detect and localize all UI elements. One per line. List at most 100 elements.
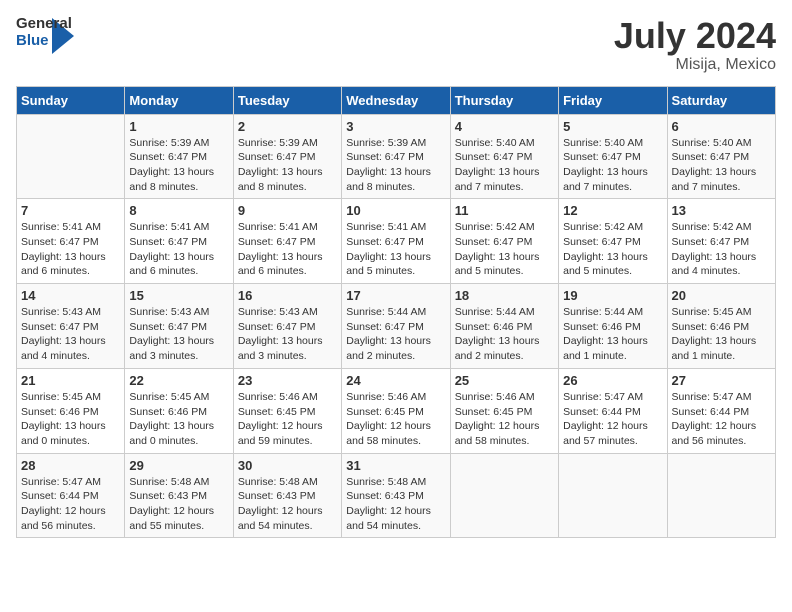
day-info: Sunrise: 5:44 AM Sunset: 6:46 PM Dayligh… [563, 305, 662, 364]
calendar-cell [559, 453, 667, 538]
calendar-cell: 19 Sunrise: 5:44 AM Sunset: 6:46 PM Dayli… [559, 284, 667, 369]
day-info: Sunrise: 5:46 AM Sunset: 6:45 PM Dayligh… [238, 390, 337, 449]
day-number: 5 [563, 119, 662, 134]
calendar-cell: 31 Sunrise: 5:48 AM Sunset: 6:43 PM Dayli… [342, 453, 450, 538]
calendar-cell: 25 Sunrise: 5:46 AM Sunset: 6:45 PM Dayli… [450, 368, 558, 453]
day-number: 16 [238, 288, 337, 303]
day-number: 12 [563, 203, 662, 218]
logo: General Blue [16, 16, 74, 56]
day-info: Sunrise: 5:47 AM Sunset: 6:44 PM Dayligh… [672, 390, 771, 449]
day-of-week-header: Thursday [450, 86, 558, 114]
day-info: Sunrise: 5:41 AM Sunset: 6:47 PM Dayligh… [346, 220, 445, 279]
day-info: Sunrise: 5:41 AM Sunset: 6:47 PM Dayligh… [238, 220, 337, 279]
calendar-table: SundayMondayTuesdayWednesdayThursdayFrid… [16, 86, 776, 539]
day-number: 4 [455, 119, 554, 134]
calendar-cell: 20Sunrise: 5:45 AM Sunset: 6:46 PM Dayli… [667, 284, 775, 369]
title-block: July 2024 Misija, Mexico [614, 16, 776, 74]
day-info: Sunrise: 5:39 AM Sunset: 6:47 PM Dayligh… [346, 136, 445, 195]
day-info: Sunrise: 5:47 AM Sunset: 6:44 PM Dayligh… [21, 475, 120, 534]
calendar-cell: 1 Sunrise: 5:39 AM Sunset: 6:47 PM Daylig… [125, 114, 233, 199]
day-number: 7 [21, 203, 120, 218]
day-of-week-header: Sunday [17, 86, 125, 114]
day-info: Sunrise: 5:45 AM Sunset: 6:46 PM Dayligh… [21, 390, 120, 449]
calendar-cell: 24 Sunrise: 5:46 AM Sunset: 6:45 PM Dayli… [342, 368, 450, 453]
page-header: General Blue July 2024 Misija, Mexico [16, 16, 776, 74]
day-number: 30 [238, 458, 337, 473]
calendar-cell [17, 114, 125, 199]
calendar-cell: 10 Sunrise: 5:41 AM Sunset: 6:47 PM Dayli… [342, 199, 450, 284]
calendar-cell: 5 Sunrise: 5:40 AM Sunset: 6:47 PM Daylig… [559, 114, 667, 199]
day-info: Sunrise: 5:40 AM Sunset: 6:47 PM Dayligh… [563, 136, 662, 195]
day-number: 23 [238, 373, 337, 388]
day-number: 25 [455, 373, 554, 388]
calendar-cell: 21 Sunrise: 5:45 AM Sunset: 6:46 PM Dayli… [17, 368, 125, 453]
calendar-cell: 22 Sunrise: 5:45 AM Sunset: 6:46 PM Dayli… [125, 368, 233, 453]
day-number: 18 [455, 288, 554, 303]
day-info: Sunrise: 5:39 AM Sunset: 6:47 PM Dayligh… [129, 136, 228, 195]
day-number: 29 [129, 458, 228, 473]
day-info: Sunrise: 5:45 AM Sunset: 6:46 PM Dayligh… [129, 390, 228, 449]
day-info: Sunrise: 5:44 AM Sunset: 6:47 PM Dayligh… [346, 305, 445, 364]
calendar-cell: 28Sunrise: 5:47 AM Sunset: 6:44 PM Dayli… [17, 453, 125, 538]
calendar-cell: 13 Sunrise: 5:42 AM Sunset: 6:47 PM Dayli… [667, 199, 775, 284]
day-number: 2 [238, 119, 337, 134]
calendar-cell: 6 Sunrise: 5:40 AM Sunset: 6:47 PM Daylig… [667, 114, 775, 199]
calendar-cell: 8 Sunrise: 5:41 AM Sunset: 6:47 PM Daylig… [125, 199, 233, 284]
day-number: 24 [346, 373, 445, 388]
day-info: Sunrise: 5:47 AM Sunset: 6:44 PM Dayligh… [563, 390, 662, 449]
calendar-cell: 30 Sunrise: 5:48 AM Sunset: 6:43 PM Dayli… [233, 453, 341, 538]
calendar-cell: 11 Sunrise: 5:42 AM Sunset: 6:47 PM Dayli… [450, 199, 558, 284]
calendar-cell [450, 453, 558, 538]
day-of-week-header: Friday [559, 86, 667, 114]
day-number: 1 [129, 119, 228, 134]
location: Misija, Mexico [614, 56, 776, 74]
day-number: 14 [21, 288, 120, 303]
calendar-cell: 14Sunrise: 5:43 AM Sunset: 6:47 PM Dayli… [17, 284, 125, 369]
day-number: 15 [129, 288, 228, 303]
day-info: Sunrise: 5:42 AM Sunset: 6:47 PM Dayligh… [672, 220, 771, 279]
day-number: 10 [346, 203, 445, 218]
day-info: Sunrise: 5:46 AM Sunset: 6:45 PM Dayligh… [346, 390, 445, 449]
calendar-cell: 7 Sunrise: 5:41 AM Sunset: 6:47 PM Daylig… [17, 199, 125, 284]
calendar-cell: 16Sunrise: 5:43 AM Sunset: 6:47 PM Dayli… [233, 284, 341, 369]
day-number: 11 [455, 203, 554, 218]
calendar-cell: 2 Sunrise: 5:39 AM Sunset: 6:47 PM Daylig… [233, 114, 341, 199]
day-number: 26 [563, 373, 662, 388]
calendar-cell: 9 Sunrise: 5:41 AM Sunset: 6:47 PM Daylig… [233, 199, 341, 284]
day-info: Sunrise: 5:40 AM Sunset: 6:47 PM Dayligh… [455, 136, 554, 195]
calendar-cell: 17 Sunrise: 5:44 AM Sunset: 6:47 PM Dayli… [342, 284, 450, 369]
day-info: Sunrise: 5:43 AM Sunset: 6:47 PM Dayligh… [129, 305, 228, 364]
calendar-cell: 4 Sunrise: 5:40 AM Sunset: 6:47 PM Daylig… [450, 114, 558, 199]
day-info: Sunrise: 5:40 AM Sunset: 6:47 PM Dayligh… [672, 136, 771, 195]
calendar-cell: 27Sunrise: 5:47 AM Sunset: 6:44 PM Dayli… [667, 368, 775, 453]
day-info: Sunrise: 5:44 AM Sunset: 6:46 PM Dayligh… [455, 305, 554, 364]
day-of-week-header: Tuesday [233, 86, 341, 114]
day-number: 22 [129, 373, 228, 388]
month-year: July 2024 [614, 16, 776, 56]
day-number: 3 [346, 119, 445, 134]
day-number: 13 [672, 203, 771, 218]
day-info: Sunrise: 5:39 AM Sunset: 6:47 PM Dayligh… [238, 136, 337, 195]
day-number: 9 [238, 203, 337, 218]
calendar-cell: 12Sunrise: 5:42 AM Sunset: 6:47 PM Dayli… [559, 199, 667, 284]
day-number: 8 [129, 203, 228, 218]
day-number: 17 [346, 288, 445, 303]
day-number: 20 [672, 288, 771, 303]
calendar-cell: 29Sunrise: 5:48 AM Sunset: 6:43 PM Dayli… [125, 453, 233, 538]
day-number: 21 [21, 373, 120, 388]
day-info: Sunrise: 5:41 AM Sunset: 6:47 PM Dayligh… [21, 220, 120, 279]
day-info: Sunrise: 5:42 AM Sunset: 6:47 PM Dayligh… [455, 220, 554, 279]
day-number: 19 [563, 288, 662, 303]
day-of-week-header: Monday [125, 86, 233, 114]
day-number: 6 [672, 119, 771, 134]
day-number: 31 [346, 458, 445, 473]
calendar-cell: 23 Sunrise: 5:46 AM Sunset: 6:45 PM Dayli… [233, 368, 341, 453]
day-info: Sunrise: 5:48 AM Sunset: 6:43 PM Dayligh… [238, 475, 337, 534]
day-of-week-header: Saturday [667, 86, 775, 114]
calendar-cell: 15 Sunrise: 5:43 AM Sunset: 6:47 PM Dayli… [125, 284, 233, 369]
day-info: Sunrise: 5:41 AM Sunset: 6:47 PM Dayligh… [129, 220, 228, 279]
calendar-cell: 3 Sunrise: 5:39 AM Sunset: 6:47 PM Daylig… [342, 114, 450, 199]
day-info: Sunrise: 5:48 AM Sunset: 6:43 PM Dayligh… [346, 475, 445, 534]
day-info: Sunrise: 5:46 AM Sunset: 6:45 PM Dayligh… [455, 390, 554, 449]
calendar-cell: 18 Sunrise: 5:44 AM Sunset: 6:46 PM Dayli… [450, 284, 558, 369]
